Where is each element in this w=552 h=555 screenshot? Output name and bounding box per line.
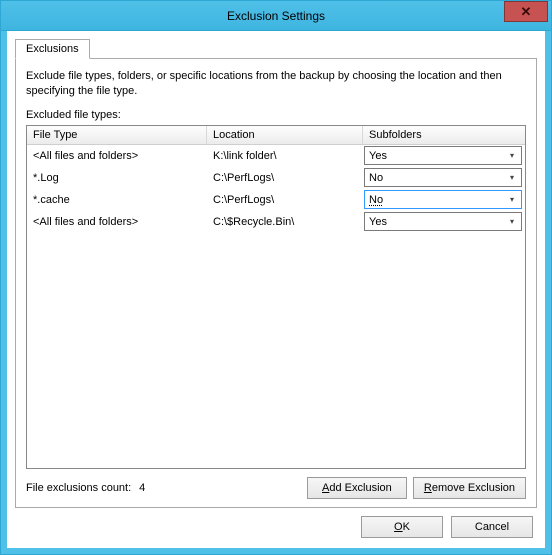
close-icon: ✕ [521, 4, 532, 20]
cell-subfolders: Yes▾ [363, 145, 525, 167]
subfolders-dropdown[interactable]: Yes▾ [364, 212, 522, 231]
chevron-down-icon[interactable]: ▾ [505, 213, 519, 230]
chevron-down-icon[interactable]: ▾ [505, 169, 519, 186]
close-button[interactable]: ✕ [504, 1, 548, 22]
subfolders-dropdown[interactable]: No▾ [364, 190, 522, 209]
table-row[interactable]: *.cacheC:\PerfLogs\No▾ [27, 189, 525, 211]
exclusions-table: File Type Location Subfolders <All files… [26, 125, 526, 469]
cell-file-type[interactable]: *.cache [27, 189, 207, 211]
subfolders-dropdown[interactable]: Yes▾ [364, 146, 522, 165]
chevron-down-icon[interactable]: ▾ [505, 147, 519, 164]
titlebar: Exclusion Settings ✕ [1, 1, 551, 31]
cancel-button[interactable]: Cancel [451, 516, 533, 538]
count-value: 4 [139, 482, 163, 494]
col-header-subfolders[interactable]: Subfolders [363, 126, 525, 144]
excluded-label: Excluded file types: [26, 109, 526, 121]
add-exclusion-button[interactable]: Add Exclusion [307, 477, 407, 499]
window-title: Exclusion Settings [1, 9, 551, 23]
cell-file-type[interactable]: *.Log [27, 167, 207, 189]
subfolders-value: Yes [369, 150, 505, 162]
subfolders-value: Yes [369, 216, 505, 228]
table-row[interactable]: *.LogC:\PerfLogs\No▾ [27, 167, 525, 189]
table-body: <All files and folders>K:\link folder\Ye… [27, 145, 525, 468]
col-header-location[interactable]: Location [207, 126, 363, 144]
tab-label: Exclusions [26, 43, 79, 55]
tab-exclusions[interactable]: Exclusions [15, 39, 90, 59]
cell-file-type[interactable]: <All files and folders> [27, 211, 207, 233]
chevron-down-icon[interactable]: ▾ [505, 191, 519, 208]
table-row[interactable]: <All files and folders>C:\$Recycle.Bin\Y… [27, 211, 525, 233]
cell-location[interactable]: C:\$Recycle.Bin\ [207, 211, 363, 233]
bottom-row: File exclusions count: 4 Add Exclusion R… [26, 477, 526, 499]
cell-location[interactable]: C:\PerfLogs\ [207, 167, 363, 189]
col-header-file-type[interactable]: File Type [27, 126, 207, 144]
cell-subfolders: No▾ [363, 167, 525, 189]
cell-location[interactable]: K:\link folder\ [207, 145, 363, 167]
cell-location[interactable]: C:\PerfLogs\ [207, 189, 363, 211]
description-text: Exclude file types, folders, or specific… [26, 69, 526, 99]
table-header: File Type Location Subfolders [27, 126, 525, 145]
dialog-footer: OK Cancel [15, 508, 537, 540]
cell-file-type[interactable]: <All files and folders> [27, 145, 207, 167]
subfolders-dropdown[interactable]: No▾ [364, 168, 522, 187]
subfolders-value: No [369, 194, 505, 206]
ok-button[interactable]: OK [361, 516, 443, 538]
remove-exclusion-button[interactable]: Remove Exclusion [413, 477, 526, 499]
table-row[interactable]: <All files and folders>K:\link folder\Ye… [27, 145, 525, 167]
subfolders-value: No [369, 172, 505, 184]
tab-body: Exclude file types, folders, or specific… [15, 58, 537, 508]
cell-subfolders: Yes▾ [363, 211, 525, 233]
exclusion-settings-window: Exclusion Settings ✕ Exclusions Exclude … [0, 0, 552, 555]
client-area: Exclusions Exclude file types, folders, … [1, 31, 551, 554]
count-label: File exclusions count: [26, 482, 131, 494]
tabs-header: Exclusions [15, 39, 537, 59]
cell-subfolders: No▾ [363, 189, 525, 211]
